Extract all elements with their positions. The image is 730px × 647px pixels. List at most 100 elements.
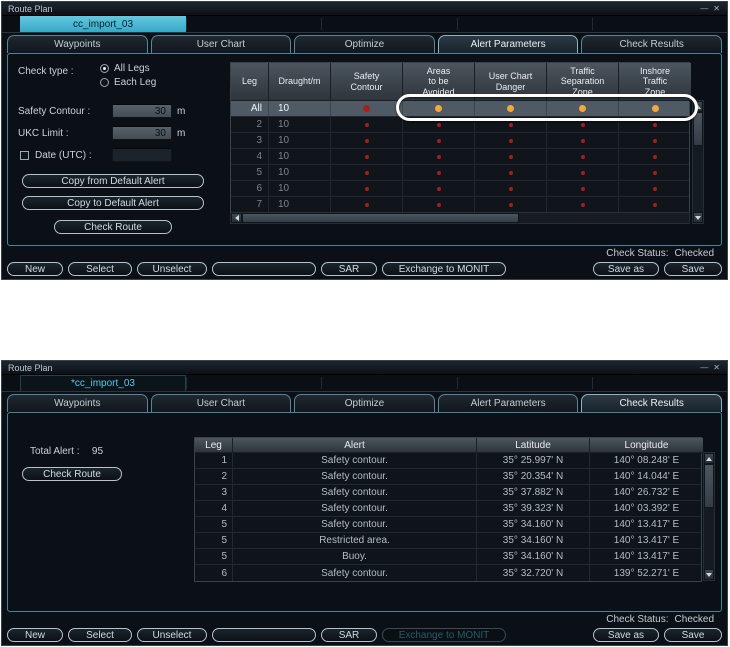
scrollbar-thumb[interactable] — [242, 213, 520, 223]
check-result-row[interactable]: 6 Safety contour. 35° 32.720' N 139° 52.271… — [195, 565, 701, 581]
safety-contour-unit: m — [177, 106, 186, 117]
check-route-button[interactable]: Check Route — [22, 467, 122, 481]
route-name-tab[interactable]: *cc_import_03 — [20, 375, 186, 391]
tab-check-results[interactable]: Check Results — [581, 35, 722, 53]
leg-cell: 6 — [195, 565, 233, 581]
sar-button[interactable]: SAR — [321, 262, 377, 276]
alert-parameter-row[interactable]: All 10 — [231, 101, 689, 117]
blank-button[interactable] — [212, 628, 316, 642]
save-button[interactable]: Save — [664, 628, 722, 642]
safety-contour-input[interactable]: 30 — [112, 104, 172, 118]
tab-user-chart[interactable]: User Chart — [150, 35, 292, 53]
titlebar: Route Plan — ✕ — [2, 361, 727, 375]
alert-parameters-table: Leg Draught/m Safety Contour Areas to be Av… — [230, 62, 691, 213]
alert-dot-cell — [403, 149, 475, 164]
red-alert-dot — [508, 186, 513, 191]
check-result-row[interactable]: 1 Safety contour. 35° 25.997' N 140° 08.248… — [195, 453, 701, 469]
scrollbar-thumb[interactable] — [704, 464, 714, 508]
scrollbar-thumb[interactable] — [693, 112, 703, 146]
copy-to-default-alert-button[interactable]: Copy to Default Alert — [22, 196, 204, 210]
leg-cell: 4 — [195, 501, 233, 516]
alert-parameter-row[interactable]: 2 10 — [231, 117, 689, 133]
save-as-button[interactable]: Save as — [593, 628, 659, 642]
tab-alert-parameters[interactable]: Alert Parameters — [437, 394, 579, 412]
route-tab-bar: cc_import_03 — [2, 16, 727, 33]
check-result-row[interactable]: 4 Safety contour. 35° 39.323' N 140° 03.392… — [195, 501, 701, 517]
safety-contour-label: Safety Contour : — [18, 106, 91, 117]
draught-cell: 10 — [269, 165, 331, 180]
red-alert-dot — [364, 154, 369, 159]
date-utc-checkbox[interactable] — [20, 151, 29, 160]
close-icon[interactable]: ✕ — [713, 4, 720, 13]
minimize-icon[interactable]: — — [700, 4, 708, 13]
route-name-tab[interactable]: cc_import_03 — [20, 16, 186, 32]
check-result-row[interactable]: 5 Buoy. 35° 34.160' N 140° 13.417' E — [195, 549, 701, 565]
select-button[interactable]: Select — [68, 262, 132, 276]
alert-dot-cell — [619, 101, 691, 116]
red-alert-dot — [436, 122, 441, 127]
blank-button[interactable] — [212, 262, 316, 276]
sar-button[interactable]: SAR — [321, 628, 377, 642]
check-result-row[interactable]: 5 Safety contour. 35° 34.160' N 140° 13.417… — [195, 517, 701, 533]
ukc-limit-unit: m — [177, 128, 186, 139]
vertical-scrollbar[interactable] — [692, 100, 704, 224]
check-status-label: Check Status: — [606, 248, 669, 259]
alert-parameter-row[interactable]: 3 10 — [231, 133, 689, 149]
scroll-up-button[interactable] — [693, 101, 703, 112]
scroll-down-button[interactable] — [693, 212, 703, 223]
scroll-down-button[interactable] — [704, 569, 714, 580]
scroll-left-button[interactable] — [231, 213, 242, 223]
red-alert-dot — [508, 170, 513, 175]
tab-user-chart[interactable]: User Chart — [150, 394, 292, 412]
check-result-row[interactable]: 3 Safety contour. 35° 37.882' N 140° 26.732… — [195, 485, 701, 501]
exchange-to-monit-button[interactable]: Exchange to MONIT — [382, 262, 506, 276]
minimize-icon[interactable]: — — [700, 363, 708, 372]
column-header: Draught/m — [269, 63, 331, 101]
empty-route-slot — [186, 377, 321, 389]
new-button[interactable]: New — [7, 262, 63, 276]
leg-cell: All — [231, 101, 269, 116]
alert-parameter-row[interactable]: 7 10 — [231, 197, 689, 213]
copy-from-default-alert-button[interactable]: Copy from Default Alert — [22, 174, 204, 188]
check-results-panel: Total Alert : 95 Check Route Leg Alert Lat… — [7, 412, 722, 612]
arrow-down-icon — [695, 215, 701, 220]
alert-dot-cell — [619, 133, 691, 148]
tab-alert-parameters[interactable]: Alert Parameters — [437, 35, 579, 53]
longitude-cell: 140° 08.248' E — [613, 455, 680, 466]
horizontal-scrollbar[interactable] — [230, 212, 690, 224]
orange-alert-dot — [435, 105, 442, 112]
date-utc-input[interactable] — [112, 148, 172, 162]
vertical-scrollbar[interactable] — [703, 452, 715, 581]
tab-optimize[interactable]: Optimize — [294, 35, 435, 53]
empty-route-slot — [456, 377, 592, 389]
alert-parameter-row[interactable]: 5 10 — [231, 165, 689, 181]
close-icon[interactable]: ✕ — [713, 363, 720, 372]
select-button[interactable]: Select — [68, 628, 132, 642]
radio-each-leg[interactable]: Each Leg — [100, 77, 156, 88]
tab-check-results[interactable]: Check Results — [581, 394, 722, 412]
check-result-row[interactable]: 5 Restricted area. 35° 34.160' N 140° 13.41… — [195, 533, 701, 549]
column-header: Alert — [233, 438, 477, 453]
save-as-button[interactable]: Save as — [593, 262, 659, 276]
red-alert-dot — [363, 105, 370, 112]
tab-waypoints[interactable]: Waypoints — [7, 35, 148, 53]
tab-optimize[interactable]: Optimize — [294, 394, 435, 412]
scroll-up-button[interactable] — [704, 453, 714, 464]
alert-parameter-row[interactable]: 6 10 — [231, 181, 689, 197]
column-header: Areas to be Avoided — [403, 63, 475, 101]
radio-all-legs[interactable]: All Legs — [100, 63, 150, 74]
new-button[interactable]: New — [7, 628, 63, 642]
red-alert-dot — [580, 122, 585, 127]
check-route-button[interactable]: Check Route — [54, 220, 172, 234]
unselect-button[interactable]: Unselect — [137, 628, 207, 642]
red-alert-dot — [364, 122, 369, 127]
check-result-row[interactable]: 2 Safety contour. 35° 20.354' N 140° 14.044… — [195, 469, 701, 485]
alert-parameter-row[interactable]: 4 10 — [231, 149, 689, 165]
empty-route-slot — [456, 18, 592, 30]
leg-cell: 2 — [195, 469, 233, 484]
tab-waypoints[interactable]: Waypoints — [7, 394, 148, 412]
unselect-button[interactable]: Unselect — [137, 262, 207, 276]
red-alert-dot — [653, 122, 657, 127]
save-button[interactable]: Save — [664, 262, 722, 276]
ukc-limit-input[interactable]: 30 — [112, 126, 172, 140]
